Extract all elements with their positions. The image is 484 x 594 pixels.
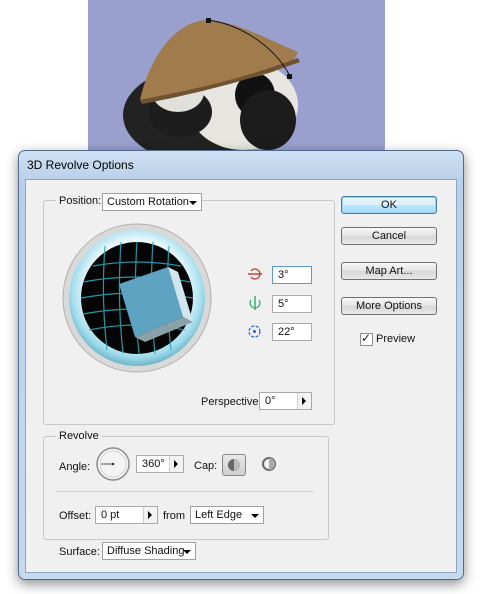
position-value: Custom Rotation bbox=[107, 196, 189, 208]
angle-field[interactable]: 360° bbox=[136, 455, 184, 473]
cap-label: Cap: bbox=[194, 460, 218, 472]
ok-button[interactable]: OK bbox=[341, 196, 437, 214]
chevron-down-icon bbox=[189, 201, 197, 205]
from-value: Left Edge bbox=[195, 509, 243, 521]
perspective-arrow-button[interactable] bbox=[297, 393, 311, 409]
cap-on-button[interactable] bbox=[222, 454, 246, 476]
panda-illustration bbox=[123, 18, 300, 160]
offset-field[interactable]: 0 pt bbox=[95, 506, 158, 524]
y-rotation-value: 5° bbox=[278, 298, 289, 310]
y-axis-rotation-icon bbox=[249, 296, 261, 310]
x-rotation-field[interactable]: 3° bbox=[272, 266, 312, 284]
surface-value: Diffuse Shading bbox=[107, 545, 185, 557]
dialog-body: Position: Custom Rotation 3° 5° 22° Pers… bbox=[25, 179, 457, 573]
dialog-title: 3D Revolve Options bbox=[27, 158, 134, 172]
angle-label: Angle: bbox=[59, 461, 91, 473]
z-rotation-value: 22° bbox=[278, 326, 295, 338]
angle-dial[interactable] bbox=[95, 446, 131, 482]
from-dropdown[interactable]: Left Edge bbox=[190, 506, 264, 524]
revolve-divider bbox=[56, 491, 314, 492]
cancel-button[interactable]: Cancel bbox=[341, 227, 437, 245]
cap-on-icon bbox=[228, 459, 240, 471]
x-rotation-value: 3° bbox=[278, 269, 289, 281]
revolve-label: Revolve bbox=[56, 430, 102, 442]
y-rotation-field[interactable]: 5° bbox=[272, 295, 312, 313]
preview-label: Preview bbox=[376, 333, 416, 345]
angle-arrow-button[interactable] bbox=[169, 456, 183, 472]
more-options-button[interactable]: More Options bbox=[341, 297, 437, 315]
chevron-down-icon bbox=[183, 550, 191, 554]
surface-label: Surface: bbox=[59, 546, 100, 558]
map-art-button[interactable]: Map Art... bbox=[341, 262, 437, 280]
artboard bbox=[88, 0, 385, 160]
cap-off-icon[interactable] bbox=[258, 454, 280, 474]
perspective-value: 0° bbox=[265, 395, 276, 407]
perspective-field[interactable]: 0° bbox=[259, 392, 312, 410]
title-bar[interactable]: 3D Revolve Options bbox=[19, 151, 463, 179]
surface-dropdown[interactable]: Diffuse Shading bbox=[102, 542, 196, 560]
z-rotation-field[interactable]: 22° bbox=[272, 323, 312, 341]
offset-arrow-button[interactable] bbox=[143, 507, 157, 523]
perspective-label: Perspective: bbox=[201, 396, 262, 408]
angle-value: 360° bbox=[142, 458, 165, 470]
revolve-options-dialog: 3D Revolve Options Position: Custom Rota… bbox=[18, 150, 464, 580]
checkmark-icon: ✓ bbox=[361, 331, 372, 345]
from-label: from bbox=[163, 510, 185, 522]
revolve-group bbox=[43, 436, 329, 540]
z-axis-rotation-icon bbox=[248, 325, 261, 338]
x-axis-rotation-icon bbox=[248, 268, 262, 280]
rotation-trackball[interactable] bbox=[61, 222, 213, 374]
offset-value: 0 pt bbox=[101, 509, 120, 521]
position-dropdown[interactable]: Custom Rotation bbox=[102, 193, 202, 211]
offset-label: Offset: bbox=[59, 510, 92, 522]
preview-checkbox[interactable]: ✓ bbox=[360, 331, 373, 346]
position-label: Position: bbox=[56, 195, 105, 207]
chevron-down-icon bbox=[251, 514, 259, 518]
